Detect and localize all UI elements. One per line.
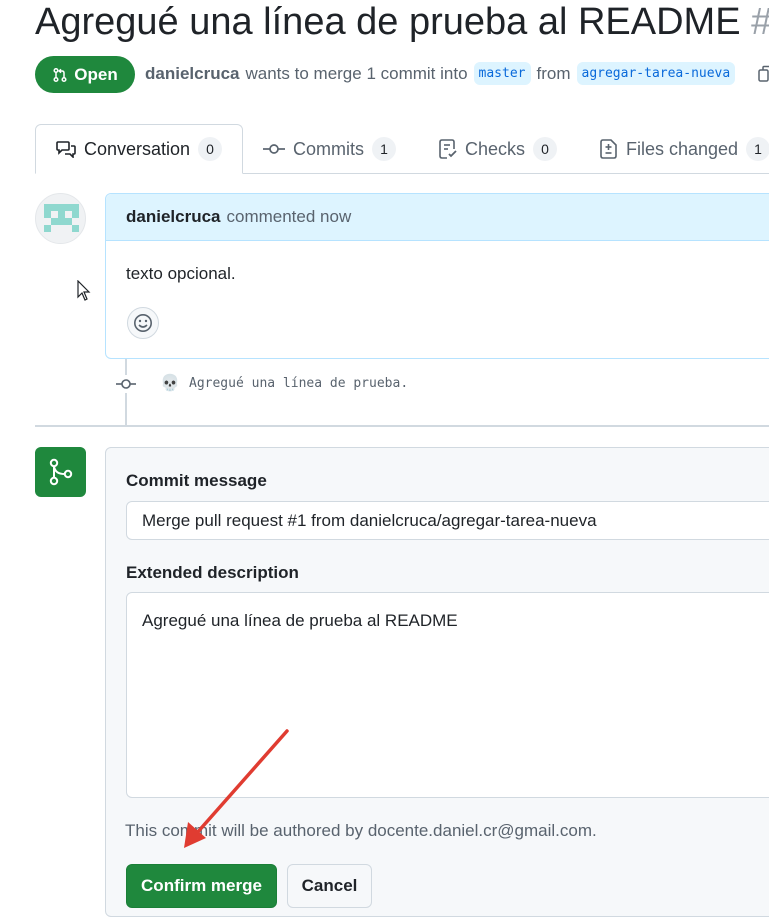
- mouse-pointer-icon: [77, 280, 91, 301]
- page-title: Agregué una línea de prueba al README #: [35, 0, 769, 48]
- tab-files-label: Files changed: [626, 138, 739, 159]
- extended-description-textarea[interactable]: Agregué una línea de prueba al README: [126, 592, 769, 798]
- tab-conversation-count: 0: [198, 137, 223, 161]
- timeline-commit-message[interactable]: Agregué una línea de prueba.: [189, 376, 408, 391]
- tab-checks-count: 0: [533, 137, 558, 161]
- tab-conversation-label: Conversation: [83, 138, 191, 159]
- merge-status-icon: [35, 447, 86, 497]
- tab-commits-label: Commits: [293, 138, 364, 159]
- file-diff-icon: [600, 139, 617, 159]
- tab-commits[interactable]: Commits 1: [263, 124, 396, 174]
- comment-discussion-icon: [56, 141, 76, 158]
- commit-message-label: Commit message: [126, 471, 267, 490]
- commit-author-note: This commit will be authored by docente.…: [125, 821, 597, 840]
- pr-from-text: from: [536, 63, 571, 83]
- comment-author[interactable]: danielcruca: [126, 207, 221, 227]
- tab-files-changed[interactable]: Files changed 1: [600, 124, 769, 174]
- comment-header: danielcruca commented now: [106, 194, 769, 241]
- avatar[interactable]: [35, 193, 86, 244]
- timeline-divider: [35, 425, 769, 427]
- pr-author-link[interactable]: danielcruca: [145, 64, 240, 84]
- confirm-merge-button[interactable]: Confirm merge: [126, 864, 277, 908]
- git-commit-icon: [263, 144, 285, 154]
- cancel-button[interactable]: Cancel: [287, 864, 372, 908]
- comment-box: danielcruca commented now texto opcional…: [105, 193, 769, 359]
- copy-icon[interactable]: [758, 65, 769, 83]
- pr-number: #: [751, 1, 769, 43]
- tab-commits-count: 1: [372, 137, 396, 161]
- identicon-icon: [44, 204, 79, 232]
- comment-meta[interactable]: commented now: [227, 207, 352, 227]
- git-pull-request-icon: [53, 67, 67, 82]
- pr-meta: danielcruca wants to merge 1 commit into…: [145, 62, 736, 85]
- tab-checks[interactable]: Checks 0: [439, 124, 558, 174]
- tab-conversation[interactable]: Conversation 0: [35, 124, 243, 174]
- commit-message-input[interactable]: [126, 501, 769, 540]
- tab-files-count: 1: [746, 137, 769, 161]
- commit-author-avatar[interactable]: 💀: [160, 373, 180, 393]
- git-merge-icon: [49, 458, 72, 486]
- checklist-icon: [439, 139, 457, 159]
- head-branch[interactable]: agregar-tarea-nueva: [576, 62, 736, 85]
- pr-state-badge: Open: [35, 56, 135, 93]
- pr-title-text: Agregué una línea de prueba al README: [35, 1, 741, 43]
- tab-checks-label: Checks: [465, 138, 526, 159]
- base-branch[interactable]: master: [473, 62, 531, 85]
- comment-body: texto opcional.: [126, 264, 236, 283]
- extended-description-label: Extended description: [126, 563, 299, 582]
- git-commit-icon: [116, 375, 136, 393]
- add-reaction-button[interactable]: [127, 307, 159, 339]
- pr-state-label: Open: [74, 64, 118, 84]
- pr-merge-text: wants to merge 1 commit into: [245, 63, 468, 83]
- smiley-icon: [134, 314, 152, 332]
